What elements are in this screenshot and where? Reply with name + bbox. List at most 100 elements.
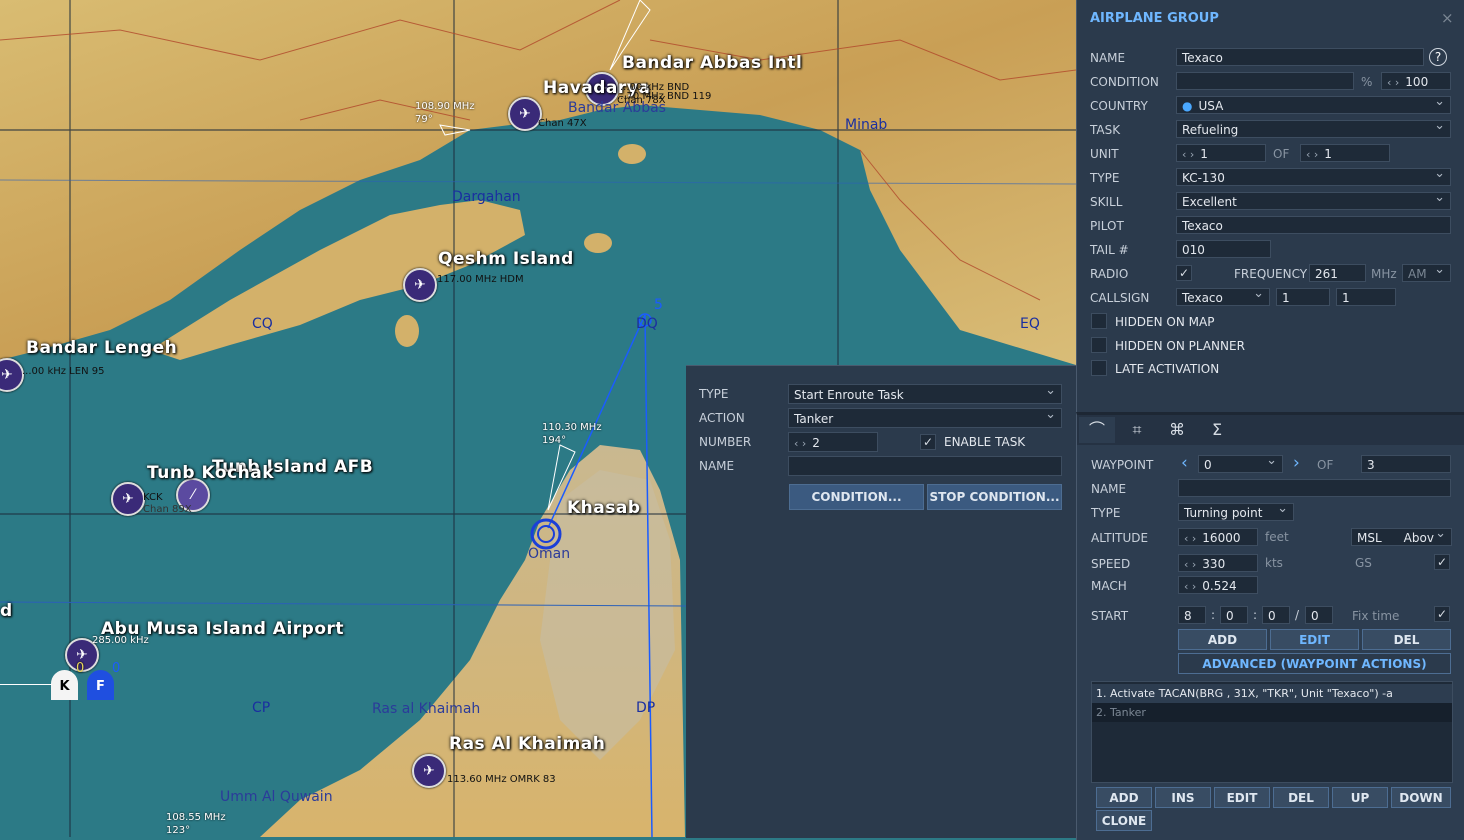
hidden-on-map-checkbox[interactable] [1091, 313, 1107, 329]
airbase-icon[interactable]: ✈ [508, 97, 542, 131]
altitude-type-dropdown[interactable]: MSL Abov [1351, 528, 1452, 546]
start-day-input[interactable]: 0 [1305, 606, 1333, 624]
condition-percent-stepper[interactable]: ‹ › 100 [1381, 72, 1451, 90]
callsign-label: CALLSIGN [1090, 291, 1150, 305]
airbase-icon[interactable]: ✈ [412, 754, 446, 788]
navaid-label: 108.55 MHz [166, 812, 226, 823]
start-hour-input[interactable]: 8 [1178, 606, 1206, 624]
map-line [0, 684, 52, 685]
condition-input[interactable] [1176, 72, 1354, 90]
spin-arrows-icon[interactable]: ‹ › [1184, 532, 1196, 545]
unit-total-stepper[interactable]: ‹ › 1 [1300, 144, 1390, 162]
navaid-label: Chan 89X [143, 504, 192, 515]
start-label: START [1091, 609, 1129, 623]
action-list-item[interactable]: 1. Activate TACAN(BRG , 31X, "TKR", Unit… [1092, 684, 1452, 703]
waypoint-dropdown[interactable]: 0 [1198, 455, 1283, 473]
airbase-icon[interactable]: ✈ [111, 482, 145, 516]
task-number-stepper[interactable]: ‹ › 2 [788, 432, 878, 452]
unit-stepper[interactable]: ‹ › 1 [1176, 144, 1266, 162]
task-type-dropdown[interactable]: Start Enroute Task [788, 384, 1062, 404]
modulation-dropdown[interactable]: AM [1402, 264, 1451, 282]
spin-arrows-icon[interactable]: ‹ › [1387, 76, 1399, 89]
mach-stepper[interactable]: ‹ › 0.524 [1178, 576, 1258, 594]
frequency-input[interactable]: 261 [1309, 264, 1366, 282]
callsign-value: Texaco [1182, 291, 1223, 305]
waypoint-name-input[interactable] [1178, 479, 1451, 497]
zero-label: 0 [76, 661, 85, 676]
stop-condition-button[interactable]: STOP CONDITION... [927, 484, 1062, 510]
spin-arrows-icon[interactable]: ‹ › [794, 437, 806, 450]
edit-waypoint-button[interactable]: EDIT [1270, 629, 1359, 650]
airbase-icon[interactable]: ✈ [403, 268, 437, 302]
action-list-item[interactable]: 2. Tanker [1092, 703, 1452, 722]
group-name-input[interactable]: Texaco [1176, 48, 1424, 66]
close-icon[interactable]: × [1441, 9, 1454, 27]
task-action-dropdown[interactable]: Tanker [788, 408, 1062, 428]
enable-task-checkbox[interactable]: ✓ [920, 434, 936, 450]
pilot-input[interactable]: Texaco [1176, 216, 1451, 234]
hidden-on-planner-label: HIDDEN ON PLANNER [1115, 339, 1245, 353]
task-label: TASK [1090, 123, 1121, 137]
callsign-number-2[interactable]: 1 [1336, 288, 1396, 306]
aircraft-type-value: KC-130 [1182, 171, 1225, 185]
waypoint-label: WAYPOINT [1091, 458, 1154, 472]
callsign-number-1[interactable]: 1 [1276, 288, 1330, 306]
spin-arrows-icon[interactable]: ‹ › [1184, 558, 1196, 571]
tab-group-icon[interactable]: ⌘ [1159, 417, 1195, 443]
waypoint-type-dropdown[interactable]: Turning point [1178, 503, 1294, 521]
add-waypoint-button[interactable]: ADD [1178, 629, 1267, 650]
k-unit-marker[interactable]: K [51, 670, 78, 700]
tab-summary-icon[interactable]: Σ [1199, 417, 1235, 443]
advanced-waypoint-actions-button[interactable]: ADVANCED (WAYPOINT ACTIONS) [1178, 653, 1451, 674]
action-clone-button[interactable]: CLONE [1096, 810, 1152, 831]
airplane-group-panel: AIRPLANE GROUP × NAME Texaco ? CONDITION… [1076, 0, 1464, 412]
tab-route-icon[interactable]: ⌒ [1079, 417, 1115, 443]
gs-checkbox[interactable]: ✓ [1434, 554, 1450, 570]
above-value: Abov [1403, 531, 1434, 545]
f-unit-marker[interactable]: F [87, 670, 114, 700]
help-icon[interactable]: ? [1429, 48, 1447, 66]
frequency-value: 261 [1315, 267, 1338, 281]
callsign-number-1-value: 1 [1282, 291, 1290, 305]
tab-payload-icon[interactable]: ⌗ [1119, 417, 1155, 443]
action-up-button[interactable]: UP [1332, 787, 1388, 808]
waypoint-number: 5 [654, 297, 663, 313]
country-dropdown[interactable]: ● USA [1176, 96, 1451, 114]
spin-arrows-icon[interactable]: ‹ › [1184, 580, 1196, 593]
spin-arrows-icon[interactable]: ‹ › [1182, 148, 1194, 161]
skill-dropdown[interactable]: Excellent [1176, 192, 1451, 210]
hidden-on-planner-checkbox[interactable] [1091, 337, 1107, 353]
navaid-label: 113.60 MHz OMRK 83 [447, 774, 556, 785]
fix-time-label: Fix time [1352, 609, 1400, 623]
action-edit-button[interactable]: EDIT [1214, 787, 1270, 808]
next-waypoint-icon[interactable]: › [1293, 453, 1300, 473]
task-dropdown[interactable]: Refueling [1176, 120, 1451, 138]
action-down-button[interactable]: DOWN [1391, 787, 1451, 808]
spin-arrows-icon[interactable]: ‹ › [1306, 148, 1318, 161]
colon-label: : [1253, 608, 1258, 622]
action-insert-button[interactable]: INS [1155, 787, 1211, 808]
waypoint-actions-list[interactable]: 1. Activate TACAN(BRG , 31X, "TKR", Unit… [1091, 681, 1453, 783]
start-second-input[interactable]: 0 [1262, 606, 1290, 624]
place-label: Oman [528, 546, 571, 562]
fix-time-checkbox[interactable]: ✓ [1434, 606, 1450, 622]
tail-number-input[interactable]: 010 [1176, 240, 1271, 258]
prev-waypoint-icon[interactable]: ‹ [1181, 453, 1188, 473]
place-label: Minab [845, 117, 888, 133]
radio-checkbox[interactable]: ✓ [1176, 265, 1192, 281]
grid-square-label: DQ [636, 316, 658, 332]
action-add-button[interactable]: ADD [1096, 787, 1152, 808]
callsign-dropdown[interactable]: Texaco [1176, 288, 1270, 306]
condition-button[interactable]: CONDITION... [789, 484, 924, 510]
altitude-label: ALTITUDE [1091, 531, 1149, 545]
start-minute-input[interactable]: 0 [1220, 606, 1248, 624]
late-activation-checkbox[interactable] [1091, 360, 1107, 376]
aircraft-type-dropdown[interactable]: KC-130 [1176, 168, 1451, 186]
task-panel: TYPE Start Enroute Task ACTION Tanker NU… [686, 365, 1076, 838]
delete-waypoint-button[interactable]: DEL [1362, 629, 1451, 650]
task-name-input[interactable] [788, 456, 1062, 476]
speed-stepper[interactable]: ‹ › 330 [1178, 554, 1258, 572]
altitude-stepper[interactable]: ‹ › 16000 [1178, 528, 1258, 546]
flag-dot-icon: ● [1182, 99, 1193, 113]
action-delete-button[interactable]: DEL [1273, 787, 1329, 808]
